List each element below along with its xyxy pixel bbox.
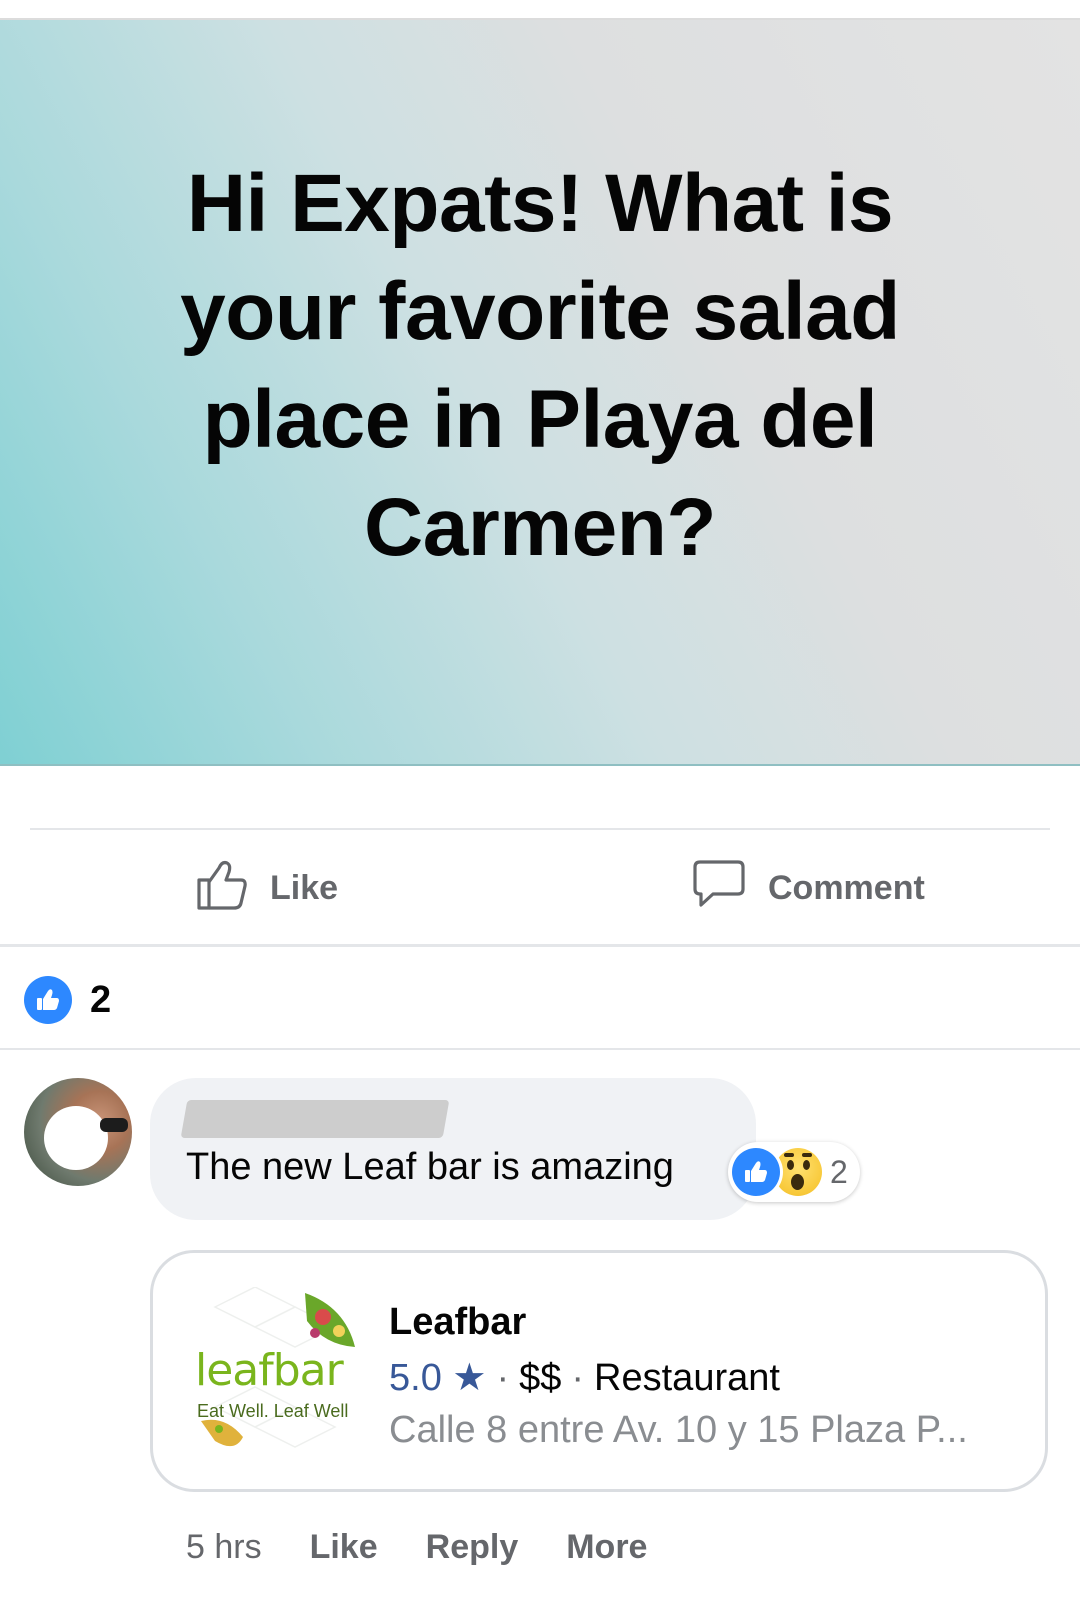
place-link-card[interactable]: leafbar Eat Well. Leaf Well Leafbar 5.0 …	[150, 1250, 1048, 1492]
commenter-avatar[interactable]	[24, 1078, 132, 1186]
logo-wordmark: leafbar	[195, 1345, 344, 1396]
comment-like-button[interactable]: Like	[310, 1528, 378, 1567]
place-category: Restaurant	[594, 1357, 780, 1399]
thumbs-up-icon	[196, 858, 248, 919]
comment-bubble: The new Leaf bar is amazing	[150, 1078, 756, 1220]
comment-label: Comment	[768, 868, 925, 907]
comment-more-button[interactable]: More	[566, 1528, 647, 1567]
like-reaction-icon	[732, 1148, 780, 1196]
place-price: $$	[519, 1357, 562, 1399]
wow-reaction-icon	[774, 1148, 822, 1196]
avatar-redaction	[44, 1106, 108, 1170]
avatar-sunglasses	[100, 1118, 128, 1132]
comment-reply-button[interactable]: Reply	[426, 1528, 519, 1567]
post-action-bar: Like Comment	[0, 848, 1080, 932]
comment-timestamp[interactable]: 5 hrs	[186, 1528, 262, 1567]
comment-action-row: 5 hrs Like Reply More	[186, 1528, 647, 1567]
place-meta: 5.0 ★ · $$ · Restaurant	[389, 1355, 780, 1400]
comment-reactions[interactable]: 2	[728, 1142, 860, 1202]
place-name[interactable]: Leafbar	[389, 1301, 526, 1344]
post-banner: Hi Expats! What is your favorite salad p…	[0, 20, 1080, 766]
like-label: Like	[270, 868, 339, 907]
place-address: Calle 8 entre Av. 10 y 15 Plaza P...	[389, 1409, 968, 1451]
post-text: Hi Expats! What is your favorite salad p…	[180, 158, 900, 573]
comment-button[interactable]: Comment	[692, 858, 925, 918]
separator-dot: ·	[571, 1357, 585, 1399]
comment-reaction-count: 2	[830, 1153, 848, 1190]
actions-bottom-divider	[0, 944, 1080, 947]
comment-text: The new Leaf bar is amazing	[186, 1146, 674, 1188]
reaction-count: 2	[90, 978, 112, 1021]
comment-icon	[692, 858, 746, 919]
comments-divider	[0, 1048, 1080, 1050]
like-button[interactable]: Like	[196, 858, 338, 918]
separator-dot: ·	[496, 1357, 510, 1399]
leafbar-logo: leafbar Eat Well. Leaf Well	[195, 1287, 363, 1463]
place-rating: 5.0 ★	[389, 1357, 487, 1399]
reactions-summary[interactable]: 2	[24, 976, 111, 1024]
like-reaction-icon	[24, 976, 72, 1024]
commenter-name-redacted	[180, 1100, 450, 1138]
actions-top-divider	[30, 828, 1050, 830]
logo-tagline: Eat Well. Leaf Well	[197, 1401, 349, 1421]
